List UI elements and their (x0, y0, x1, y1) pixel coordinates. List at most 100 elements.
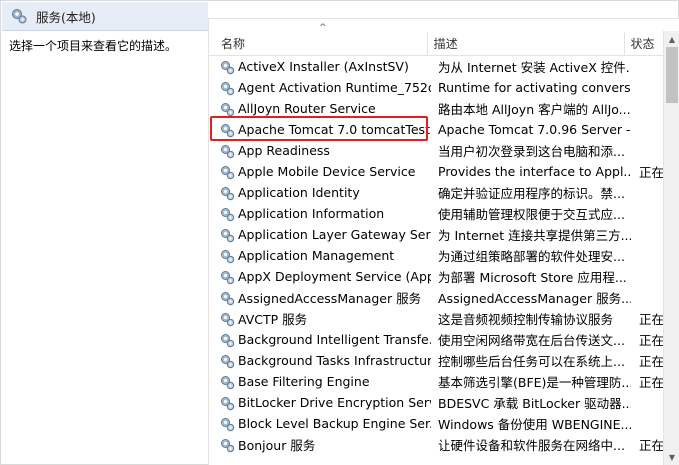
services-list[interactable]: ^ 名称 描述 状态 ActiveX Installer (AxInstSV) 为… (208, 18, 679, 465)
service-status: 正在 (639, 375, 664, 390)
service-description: 为部署 Microsoft Store 应用程... (438, 270, 627, 285)
service-description: 使用辅助管理权限便于交互式应... (438, 207, 625, 222)
service-description: 基本筛选引擎(BFE)是一种管理防... (438, 375, 631, 390)
service-status: 正在 (639, 165, 664, 180)
service-row[interactable]: BitLocker Drive Encryption Serv... BDESVC… (209, 392, 664, 413)
service-row[interactable]: Background Intelligent Transfe... 使用空闲网络带… (209, 329, 664, 350)
services-window: 服务(本地) 选择一个项目来查看它的描述。 ^ 名称 描述 状态 ActiveX… (0, 0, 679, 465)
service-description: 路由本地 AllJoyn 客户端的 AllJo... (438, 102, 631, 117)
service-name-cell[interactable]: Application Identity (209, 185, 431, 201)
service-name: Block Level Backup Engine Ser... (238, 416, 431, 431)
service-name-cell[interactable]: AVCTP 服务 (209, 309, 431, 328)
service-row[interactable]: AssignedAccessManager 服务 AssignedAccessMa… (209, 287, 664, 308)
service-gear-icon (221, 312, 235, 326)
service-name-cell[interactable]: Application Information (209, 206, 431, 222)
service-gear-icon (221, 417, 235, 431)
service-name-cell[interactable]: Background Intelligent Transfe... (209, 332, 431, 348)
service-gear-icon (221, 375, 235, 389)
service-name-cell[interactable]: Agent Activation Runtime_752d6f (209, 80, 431, 96)
service-gear-icon (221, 144, 235, 158)
service-description: 为从 Internet 安装 ActiveX 控件... (438, 60, 631, 75)
services-local-header: 服务(本地) (2, 2, 208, 31)
service-name-cell[interactable]: ActiveX Installer (AxInstSV) (209, 59, 431, 75)
scrollbar-thumb[interactable] (666, 47, 678, 103)
service-gear-icon (221, 165, 235, 179)
service-gear-icon (221, 291, 235, 305)
service-name: Application Layer Gateway Serv... (238, 227, 431, 242)
service-description: AssignedAccessManager 服务... (438, 291, 631, 306)
service-name-cell[interactable]: Background Tasks Infrastructur... (209, 353, 431, 369)
service-row[interactable]: Application Layer Gateway Serv... 为 Inter… (209, 224, 664, 245)
service-gear-icon (221, 438, 235, 452)
service-name-cell[interactable]: BitLocker Drive Encryption Serv... (209, 395, 431, 411)
service-name-cell[interactable]: Block Level Backup Engine Ser... (209, 416, 431, 432)
service-row[interactable]: Background Tasks Infrastructur... 控制哪些后台任… (209, 350, 664, 371)
service-description: Windows 备份使用 WBENGINE... (438, 417, 631, 432)
service-name: Apache Tomcat 7.0 tomcatTest (238, 122, 430, 137)
service-gear-icon (221, 207, 235, 221)
services-gear-icon (12, 9, 27, 24)
service-name: Application Management (238, 248, 395, 263)
service-name-cell[interactable]: App Readiness (209, 143, 431, 159)
column-header-status[interactable]: 状态 (625, 32, 664, 55)
service-gear-icon (221, 228, 235, 242)
service-row[interactable]: AVCTP 服务 这是音频视频控制传输协议服务 正在 (209, 308, 664, 329)
scroll-down-icon[interactable]: ▼ (664, 449, 679, 465)
service-row[interactable]: AppX Deployment Service (App... 为部署 Micro… (209, 266, 664, 287)
service-row[interactable]: Application Identity 确定并验证应用程序的标识。禁... (209, 182, 664, 203)
service-name: Application Identity (238, 185, 360, 200)
service-row[interactable]: Base Filtering Engine 基本筛选引擎(BFE)是一种管理防..… (209, 371, 664, 392)
service-row[interactable]: Bonjour 服务 让硬件设备和软件服务在网络中... 正在 (209, 434, 664, 455)
service-description: 确定并验证应用程序的标识。禁... (438, 186, 625, 201)
service-gear-icon (221, 270, 235, 284)
service-name: Apple Mobile Device Service (238, 164, 416, 179)
service-description: Runtime for activating convers... (438, 80, 631, 95)
column-header-row: 名称 描述 状态 (209, 32, 664, 56)
service-name: App Readiness (238, 143, 330, 158)
service-rows: ActiveX Installer (AxInstSV) 为从 Internet … (209, 56, 664, 455)
service-name-cell[interactable]: Application Layer Gateway Serv... (209, 227, 431, 243)
service-row[interactable]: AllJoyn Router Service 路由本地 AllJoyn 客户端的 … (209, 98, 664, 119)
service-gear-icon (221, 249, 235, 263)
service-gear-icon (221, 60, 235, 74)
service-description: 为 Internet 连接共享提供第三方... (438, 228, 631, 243)
service-name-cell[interactable]: Apple Mobile Device Service (209, 164, 431, 180)
service-row[interactable]: Application Management 为通过组策略部署的软件处理安... (209, 245, 664, 266)
column-header-description[interactable]: 描述 (428, 32, 625, 55)
service-description: 控制哪些后台任务可以在系统上... (438, 354, 625, 369)
service-row[interactable]: Application Information 使用辅助管理权限便于交互式应... (209, 203, 664, 224)
service-name-cell[interactable]: Base Filtering Engine (209, 374, 431, 390)
service-name-cell[interactable]: Application Management (209, 248, 431, 264)
service-name-cell[interactable]: Bonjour 服务 (209, 435, 431, 454)
service-status: 正在 (639, 354, 664, 369)
service-row[interactable]: Apache Tomcat 7.0 tomcatTest Apache Tomca… (209, 119, 664, 140)
service-name: Background Intelligent Transfe... (238, 332, 431, 347)
service-name-cell[interactable]: AllJoyn Router Service (209, 101, 431, 117)
service-name-cell[interactable]: AppX Deployment Service (App... (209, 269, 431, 285)
service-description: BDESVC 承载 BitLocker 驱动器... (438, 396, 631, 411)
service-gear-icon (221, 333, 235, 347)
column-header-name[interactable]: 名称 (209, 32, 428, 55)
vertical-scrollbar[interactable]: ▲ ▼ (663, 31, 679, 465)
service-gear-icon (221, 354, 235, 368)
service-row[interactable]: App Readiness 当用户初次登录到这台电脑和添... (209, 140, 664, 161)
service-status: 正在 (639, 438, 664, 453)
service-name-cell[interactable]: AssignedAccessManager 服务 (209, 288, 431, 307)
service-row[interactable]: Apple Mobile Device Service Provides the … (209, 161, 664, 182)
scroll-up-icon[interactable]: ▲ (664, 31, 679, 47)
service-row[interactable]: Agent Activation Runtime_752d6f Runtime f… (209, 77, 664, 98)
service-name: AllJoyn Router Service (238, 101, 376, 116)
service-description: Apache Tomcat 7.0.96 Server -... (438, 122, 631, 137)
service-description: 让硬件设备和软件服务在网络中... (438, 438, 625, 453)
service-row[interactable]: Block Level Backup Engine Ser... Windows … (209, 413, 664, 434)
service-status: 正在 (639, 312, 664, 327)
service-description: 使用空闲网络带宽在后台传送文... (438, 333, 625, 348)
service-description: 为通过组策略部署的软件处理安... (438, 249, 625, 264)
service-name: ActiveX Installer (AxInstSV) (238, 59, 409, 74)
service-gear-icon (221, 396, 235, 410)
service-row[interactable]: ActiveX Installer (AxInstSV) 为从 Internet … (209, 56, 664, 77)
service-name: BitLocker Drive Encryption Serv... (238, 395, 431, 410)
service-name-cell[interactable]: Apache Tomcat 7.0 tomcatTest (209, 122, 431, 138)
service-description: 当用户初次登录到这台电脑和添... (438, 144, 625, 159)
service-gear-icon (221, 123, 235, 137)
